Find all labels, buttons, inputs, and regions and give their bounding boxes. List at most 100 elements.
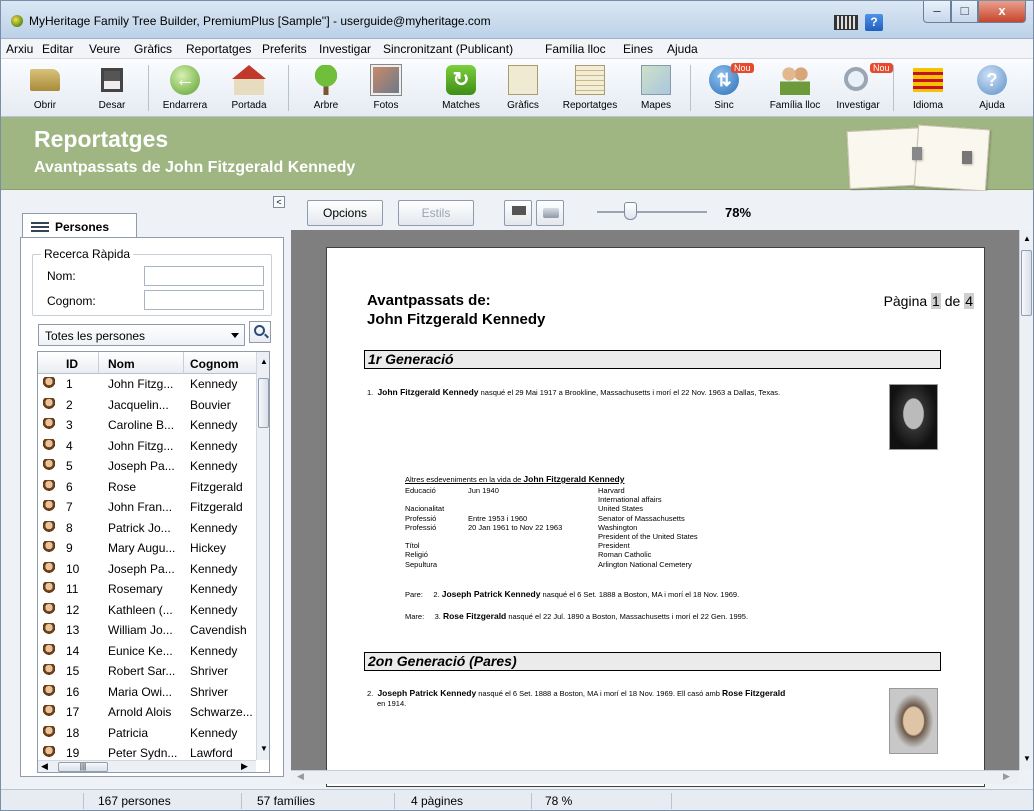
table-row[interactable]: 11 Rosemary Kennedy xyxy=(38,579,256,599)
event-detail: Harvard xyxy=(598,486,625,495)
column-surname[interactable]: Cognom xyxy=(190,357,239,371)
styles-button[interactable]: Estils xyxy=(398,200,474,226)
options-button[interactable]: Opcions xyxy=(307,200,383,226)
menu-editar[interactable]: Editar xyxy=(42,42,73,56)
menu-reportatges[interactable]: Reportatges xyxy=(186,42,251,56)
save-report-button[interactable] xyxy=(504,200,532,226)
column-name[interactable]: Nom xyxy=(108,357,135,371)
search-button[interactable] xyxy=(249,321,271,343)
back-arrow-icon: ← xyxy=(170,65,200,95)
folder-icon xyxy=(30,69,60,91)
person-1-photo[interactable] xyxy=(889,384,938,450)
cell-name: John Fitzg... xyxy=(108,377,174,391)
cell-id: 12 xyxy=(66,602,80,617)
scroll-left-icon[interactable]: ◀ xyxy=(297,771,304,782)
scroll-right-icon[interactable]: ▶ xyxy=(1003,771,1010,782)
table-row[interactable]: 8 Patrick Jo... Kennedy xyxy=(38,518,256,538)
cell-id: 16 xyxy=(66,684,80,699)
cell-name: Peter Sydn... xyxy=(108,746,178,760)
toolbar-photos-button[interactable]: Fotos xyxy=(361,61,411,115)
table-row[interactable]: 4 John Fitzg... Kennedy xyxy=(38,436,256,456)
report-vertical-scrollbar[interactable]: ▲ ▼ xyxy=(1019,230,1033,770)
menu-preferits[interactable]: Preferits xyxy=(262,42,307,56)
surname-search-input[interactable] xyxy=(144,290,264,310)
event-detail: United States xyxy=(598,504,644,514)
table-row[interactable]: 9 Mary Augu... Hickey xyxy=(38,538,256,558)
scroll-up-icon[interactable]: ▲ xyxy=(260,357,268,366)
column-id[interactable]: ID xyxy=(66,357,78,371)
report-horizontal-scrollbar[interactable]: ◀ ▶ xyxy=(291,770,1019,784)
tab-persons[interactable]: Persones xyxy=(22,213,137,238)
table-row[interactable]: 7 John Fran... Fitzgerald xyxy=(38,497,256,517)
cell-surname: Lawford xyxy=(190,746,233,760)
generation-2-heading: 2on Generació (Pares) xyxy=(364,652,941,671)
scroll-right-icon[interactable]: ▶ xyxy=(241,761,248,772)
table-row[interactable]: 10 Joseph Pa... Kennedy xyxy=(38,559,256,579)
toolbar-help-button[interactable]: ? Ajuda xyxy=(967,61,1017,115)
table-row[interactable]: 2 Jacquelin... Bouvier xyxy=(38,395,256,415)
cell-name: Rosemary xyxy=(108,582,163,596)
maximize-button[interactable]: □ xyxy=(951,1,978,23)
table-row[interactable]: 16 Maria Owi... Shriver xyxy=(38,682,256,702)
menu-veure[interactable]: Veure xyxy=(89,42,120,56)
toolbar-matches-button[interactable]: ↻ Matches xyxy=(431,61,491,115)
cell-name: Patricia xyxy=(108,725,149,740)
toolbar-charts-button[interactable]: Gràfics xyxy=(498,61,548,115)
scrollbar-thumb[interactable] xyxy=(1021,250,1032,316)
scroll-up-icon[interactable]: ▲ xyxy=(1023,234,1031,243)
table-row[interactable]: 3 Caroline B... Kennedy xyxy=(38,415,256,435)
toolbar-reports-button[interactable]: Reportatges xyxy=(557,61,623,115)
menu-ajuda[interactable]: Ajuda xyxy=(667,42,698,56)
table-row[interactable]: 6 Rose Fitzgerald xyxy=(38,477,256,497)
zoom-slider-thumb[interactable] xyxy=(624,202,637,220)
collapse-panel-button[interactable]: < xyxy=(273,196,285,208)
name-search-input[interactable] xyxy=(144,266,264,286)
toolbar-language-button[interactable]: Idioma xyxy=(903,61,953,115)
toolbar-research-button[interactable]: Nou Investigar xyxy=(830,61,893,115)
toolbar-home-button[interactable]: Portada xyxy=(221,61,277,115)
table-row[interactable]: 1 John Fitzg... Kennedy xyxy=(38,374,256,394)
cell-id: 18 xyxy=(66,725,80,740)
table-row[interactable]: 5 Joseph Pa... Kennedy xyxy=(38,456,256,476)
table-row[interactable]: 15 Robert Sar... Shriver xyxy=(38,661,256,681)
table-row[interactable]: 18 Patricia Kennedy xyxy=(38,723,256,743)
toolbar-sync-button[interactable]: ⇅ Nou Sinc xyxy=(701,61,754,115)
scrollbar-thumb[interactable] xyxy=(258,378,269,428)
toolbar-maps-button[interactable]: Mapes xyxy=(631,61,681,115)
menu-sincronitzant[interactable]: Sincronitzant (Publicant) xyxy=(383,42,513,56)
toolbar-save-button[interactable]: Desar xyxy=(92,61,132,115)
close-button[interactable]: x xyxy=(978,1,1026,23)
toolbar-open-button[interactable]: Obrir xyxy=(25,61,65,115)
toolbar-back-button[interactable]: ← Endarrera xyxy=(157,61,213,115)
scroll-down-icon[interactable]: ▼ xyxy=(260,744,268,753)
table-row[interactable]: 12 Kathleen (... Kennedy xyxy=(38,600,256,620)
scroll-down-icon[interactable]: ▼ xyxy=(1023,754,1031,763)
cell-id: 10 xyxy=(66,561,80,576)
menu-arxiu[interactable]: Arxiu xyxy=(6,42,33,56)
cell-name: Eunice Ke... xyxy=(108,643,173,658)
zoom-slider-track[interactable] xyxy=(597,211,707,213)
menu-grafics[interactable]: Gràfics xyxy=(134,42,172,56)
table-row[interactable]: 17 Arnold Alois Schwarze... xyxy=(38,702,256,722)
menu-investigar[interactable]: Investigar xyxy=(319,42,371,56)
person-icon xyxy=(43,479,55,493)
table-horizontal-scrollbar[interactable]: ◀ ||| ▶ xyxy=(38,760,256,772)
person-2-photo[interactable] xyxy=(889,688,938,754)
menu-familia-lloc[interactable]: Família lloc xyxy=(545,42,606,56)
cell-id: 2 xyxy=(66,397,73,412)
toolbar-tree-button[interactable]: Arbre xyxy=(301,61,351,115)
person-icon xyxy=(43,520,55,534)
table-row[interactable]: 13 William Jo... Cavendish xyxy=(38,620,256,640)
keyboard-icon[interactable] xyxy=(834,15,858,30)
minimize-button[interactable]: – xyxy=(923,1,951,23)
menu-eines[interactable]: Eines xyxy=(623,42,653,56)
scroll-left-icon[interactable]: ◀ xyxy=(41,761,48,772)
table-row[interactable]: 14 Eunice Ke... Kennedy xyxy=(38,641,256,661)
print-report-button[interactable] xyxy=(536,200,564,226)
toolbar-family-site-button[interactable]: Família lloc xyxy=(759,61,831,115)
report-illustration-icon xyxy=(846,124,991,192)
table-vertical-scrollbar[interactable]: ▲ ▼ xyxy=(256,352,269,760)
help-icon[interactable]: ? xyxy=(865,14,883,31)
scrollbar-thumb[interactable]: ||| xyxy=(58,762,108,772)
persons-filter-select[interactable]: Totes les persones xyxy=(38,324,245,346)
